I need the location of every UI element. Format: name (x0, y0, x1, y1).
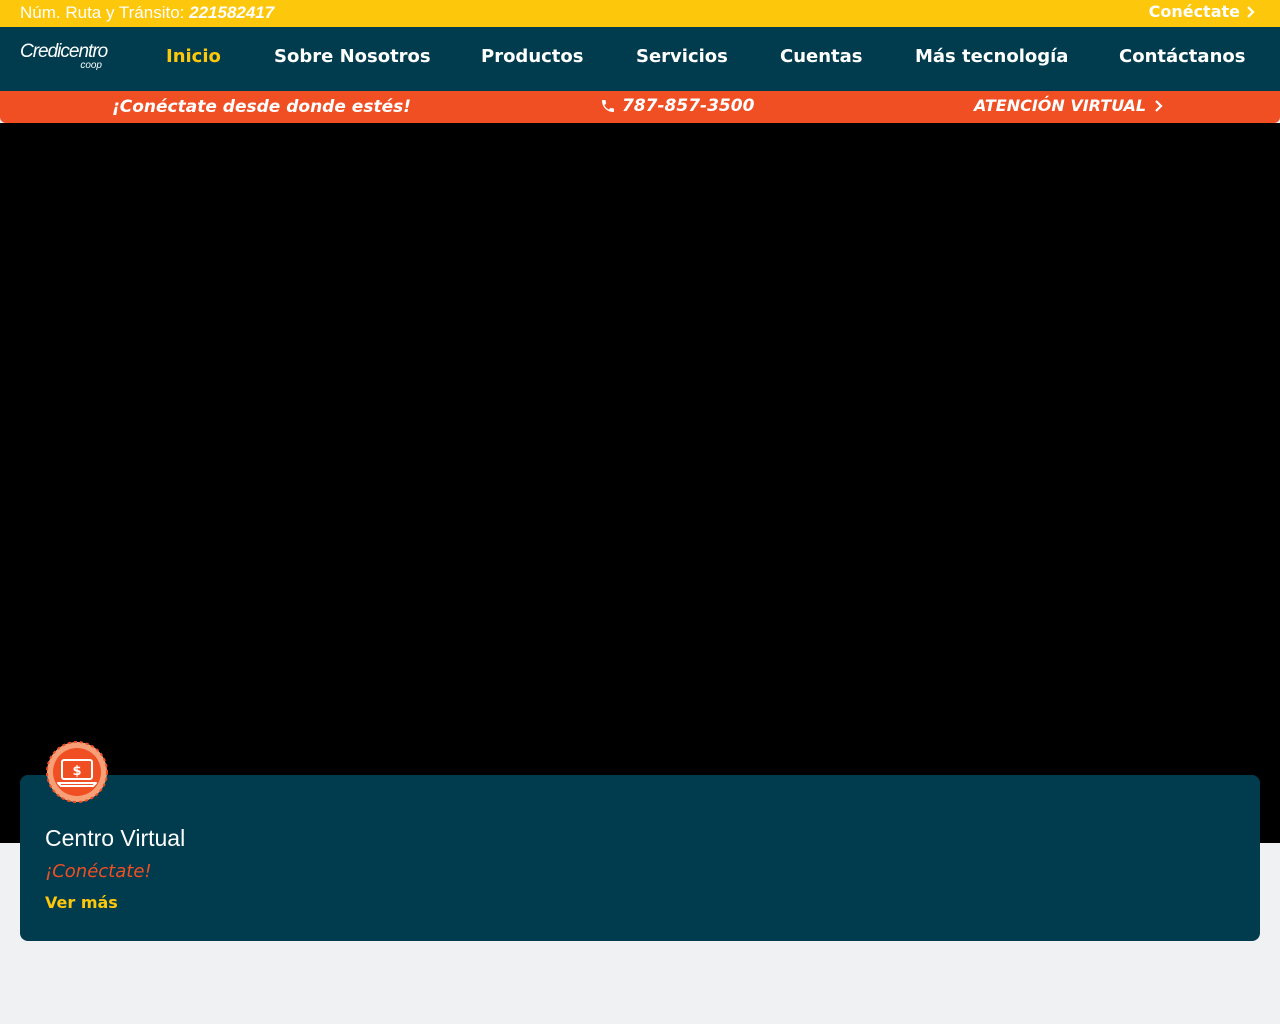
nav-item-productos[interactable]: Productos (481, 46, 584, 67)
logo-suffix: coop (80, 60, 102, 71)
virtual-attention-label: ATENCIÓN VIRTUAL (974, 96, 1147, 115)
nav-item-servicios[interactable]: Servicios (636, 46, 728, 67)
nav-item-contactanos[interactable]: Contáctanos (1119, 46, 1245, 67)
connect-label: Conéctate (1148, 2, 1240, 21)
nav-item-sobre-nosotros[interactable]: Sobre Nosotros (274, 46, 431, 67)
card-subtitle: ¡Conéctate! (45, 861, 152, 882)
phone-icon (602, 100, 614, 112)
laptop-dollar-icon: $ (46, 741, 108, 803)
hero-video[interactable] (0, 123, 1280, 843)
routing-info: Núm. Ruta y Tránsito: 221582417 (20, 3, 274, 23)
nav-item-mas-tecnologia[interactable]: Más tecnología (915, 46, 1068, 67)
top-bar: Núm. Ruta y Tránsito: 221582417 Conéctat… (0, 0, 1280, 27)
tagline: ¡Conéctate desde donde estés! (112, 97, 411, 117)
see-more-link[interactable]: Ver más (45, 893, 118, 912)
card-title: Centro Virtual (45, 825, 186, 851)
routing-number: 221582417 (189, 3, 275, 22)
svg-text:$: $ (72, 764, 81, 779)
chevron-right-icon (1247, 5, 1255, 18)
credicentro-logo[interactable]: Credicentro coop (20, 41, 110, 81)
info-bar: ¡Conéctate desde donde estés! 787-857-35… (0, 91, 1280, 123)
nav-item-inicio[interactable]: Inicio (166, 46, 221, 67)
nav-item-cuentas[interactable]: Cuentas (780, 46, 863, 67)
chevron-right-icon (1155, 99, 1163, 112)
main-navigation: Credicentro coop Inicio Sobre Nosotros P… (0, 27, 1280, 91)
centro-virtual-card: Centro Virtual ¡Conéctate! Ver más (20, 775, 1260, 941)
phone-link[interactable]: 787-857-3500 (600, 96, 754, 116)
connect-link[interactable]: Conéctate (1149, 2, 1256, 21)
virtual-attention-link[interactable]: ATENCIÓN VIRTUAL (974, 96, 1163, 115)
routing-label: Núm. Ruta y Tránsito: (20, 3, 185, 22)
phone-number: 787-857-3500 (622, 96, 755, 116)
